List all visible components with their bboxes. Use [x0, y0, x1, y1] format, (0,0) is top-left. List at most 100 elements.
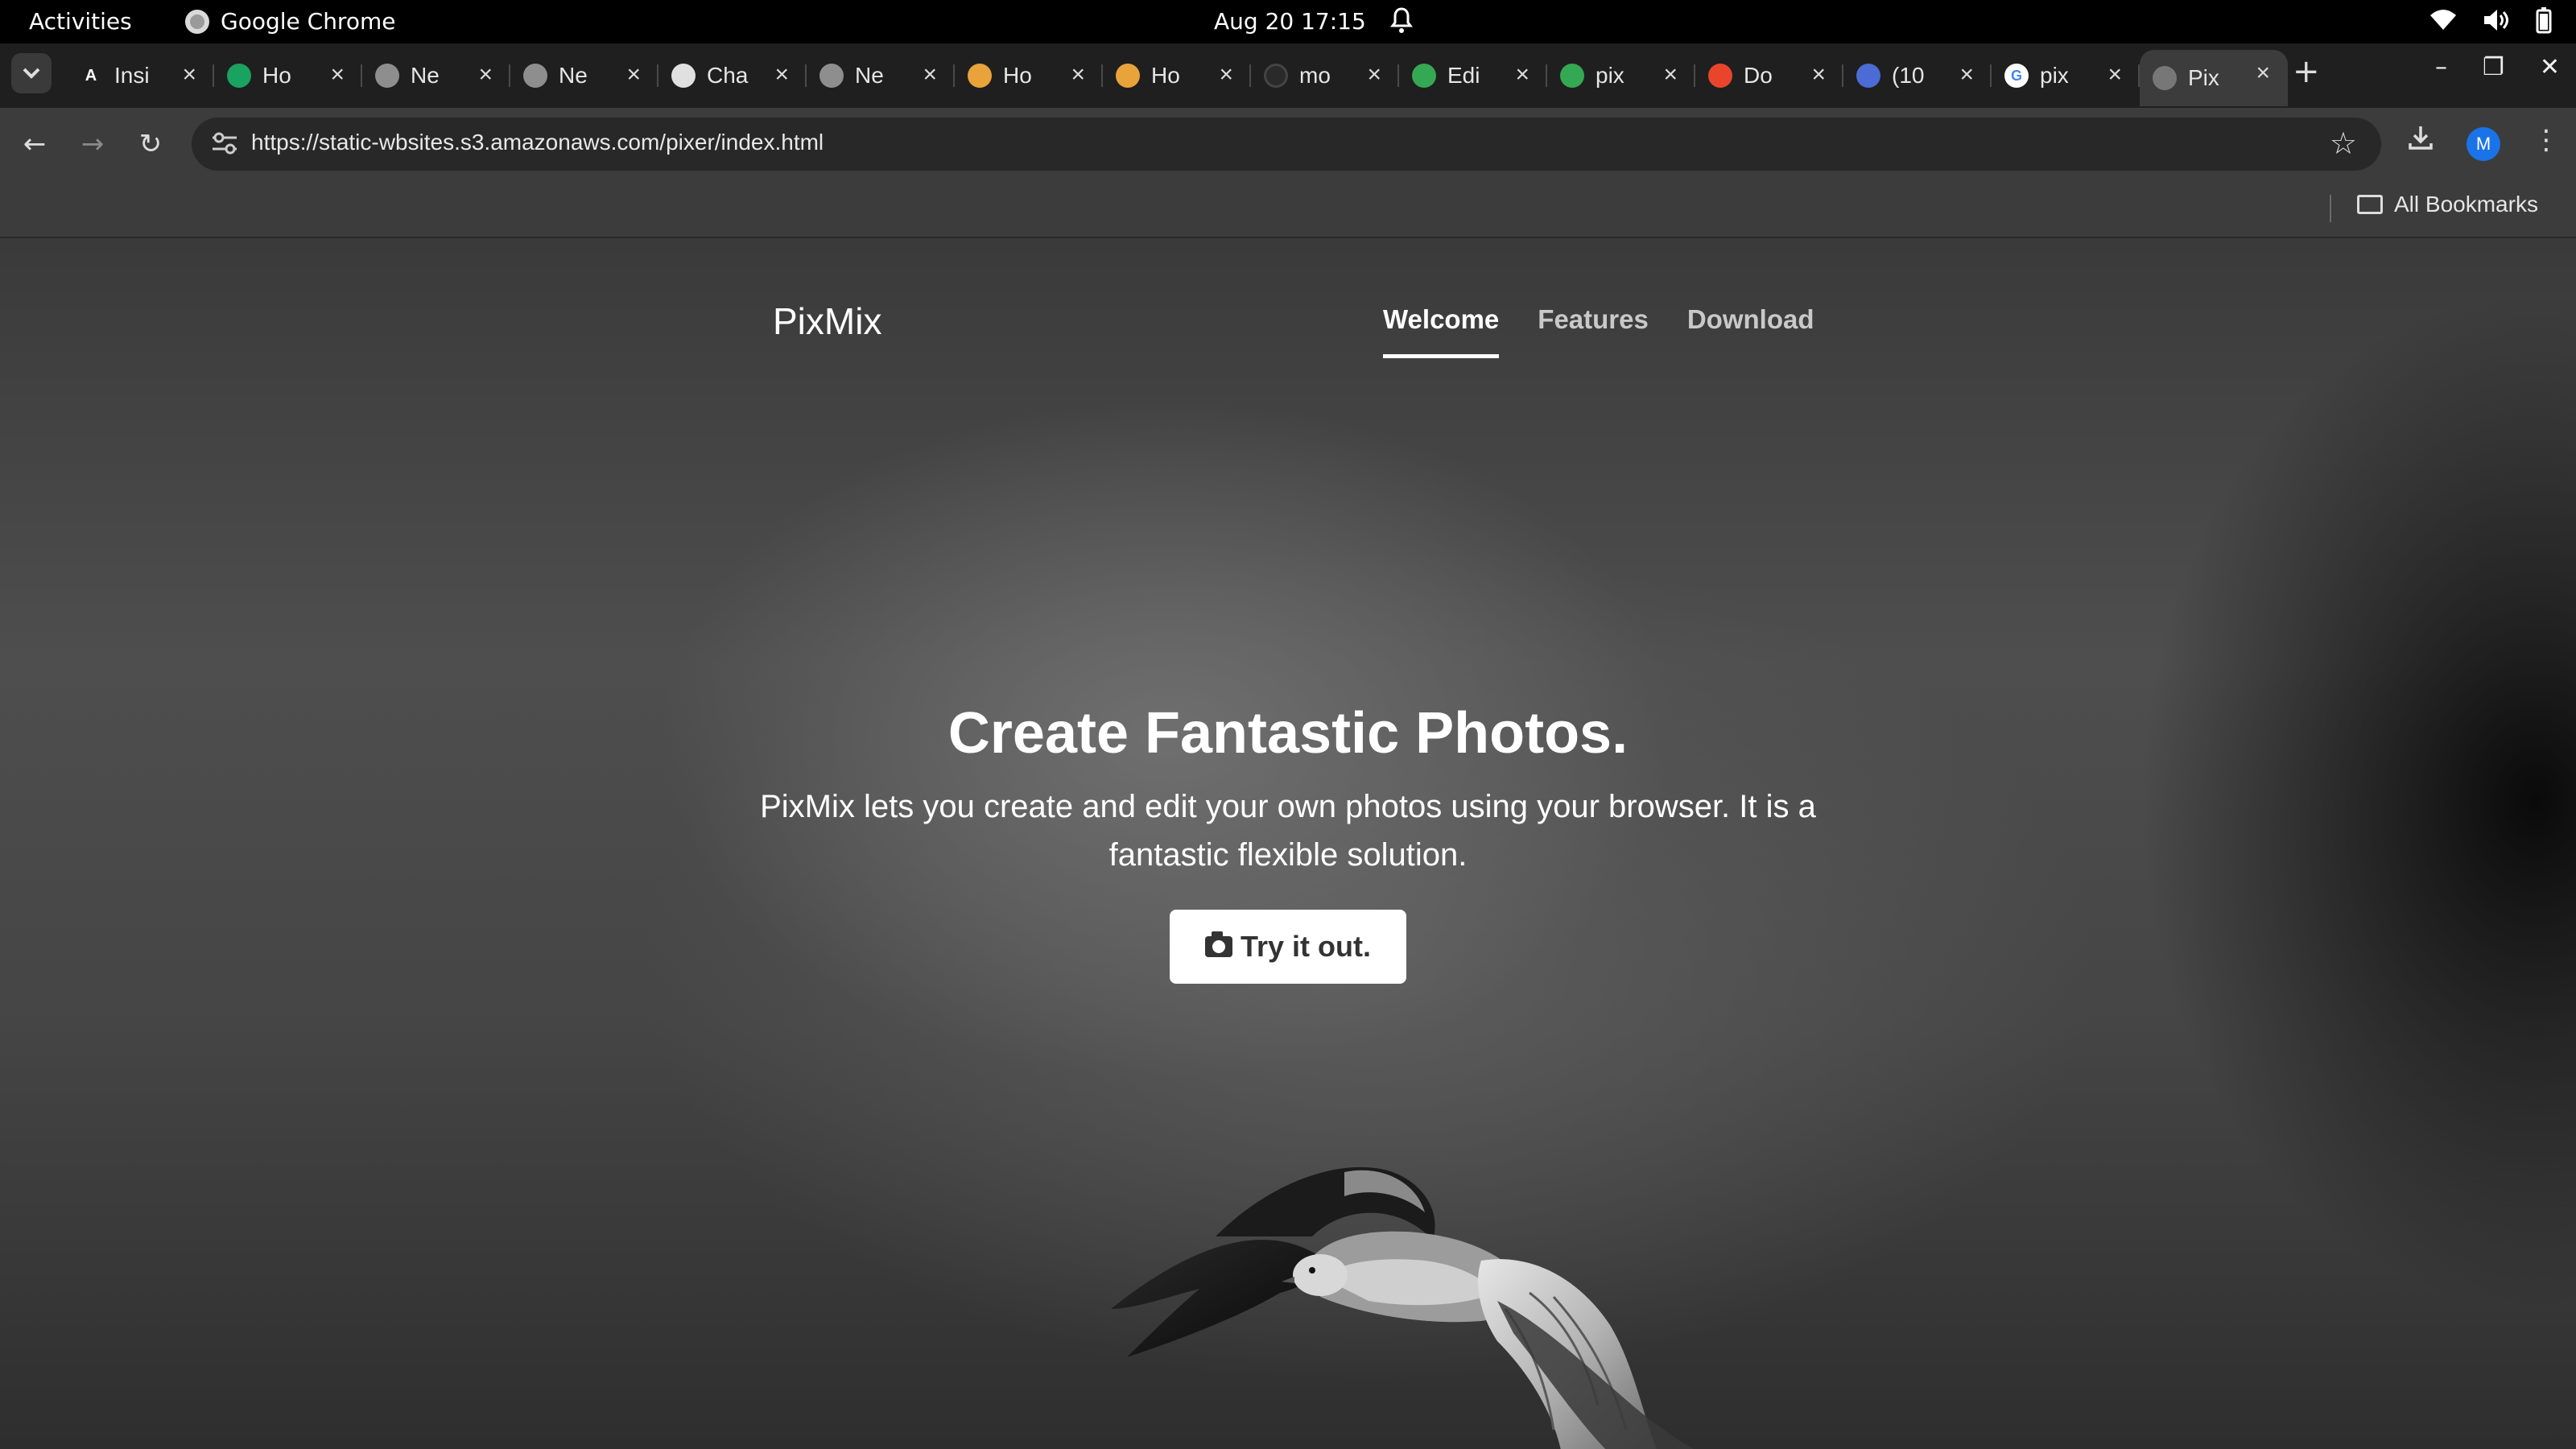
green-square-icon — [1560, 64, 1584, 88]
tab-search-button[interactable] — [11, 53, 52, 93]
tab-7[interactable]: Ho × — [1103, 52, 1251, 100]
site-brand[interactable]: PixMix — [773, 299, 881, 343]
close-tab-icon[interactable]: × — [1663, 61, 1678, 89]
tab-title: Ne — [411, 63, 440, 88]
circle-icon — [1264, 64, 1288, 88]
back-button[interactable]: ← — [16, 126, 53, 163]
chevron-down-icon — [23, 68, 40, 79]
box-icon — [968, 64, 992, 88]
new-tab-button[interactable]: + — [2293, 53, 2320, 90]
app-menu[interactable]: Google Chrome — [185, 8, 395, 35]
nav-download[interactable]: Download — [1687, 304, 1814, 358]
tab-title: Pix — [2188, 65, 2219, 90]
close-tab-icon[interactable]: × — [1515, 61, 1530, 89]
hero-description: PixMix lets you create and edit your own… — [760, 789, 1816, 873]
system-top-bar: Activities Google Chrome Aug 20 17:15 — [0, 0, 2576, 43]
app-name-label: Google Chrome — [221, 8, 396, 35]
forward-button[interactable]: → — [74, 126, 111, 163]
tab-5[interactable]: Ne × — [807, 52, 955, 100]
tab-title: Ho — [262, 63, 291, 88]
minimize-icon[interactable]: – — [2435, 53, 2447, 81]
nav-features[interactable]: Features — [1538, 304, 1649, 358]
google-icon: G — [2004, 64, 2029, 88]
red-chart-icon — [1708, 64, 1732, 88]
address-bar[interactable]: https://static-wbsites.s3.amazonaws.com/… — [192, 118, 2381, 171]
tab-title: Cha — [707, 63, 749, 88]
notification-bell-icon — [1389, 6, 1414, 41]
flask-icon — [1856, 64, 1880, 88]
nav-welcome[interactable]: Welcome — [1383, 304, 1500, 358]
tab-title: Ho — [1151, 63, 1180, 88]
close-tab-icon[interactable]: × — [1071, 61, 1085, 89]
bookmark-star-icon[interactable]: ☆ — [2330, 126, 2357, 161]
close-tab-icon[interactable]: × — [478, 61, 493, 89]
close-tab-icon[interactable]: × — [330, 61, 345, 89]
tab-1[interactable]: Ho × — [214, 52, 362, 100]
green-square-icon — [1412, 64, 1436, 88]
tab-8[interactable]: mo × — [1251, 52, 1399, 100]
all-bookmarks-label: All Bookmarks — [2394, 192, 2538, 217]
bookmarks-bar: All Bookmarks — [0, 180, 2576, 238]
tab-3[interactable]: Ne × — [510, 52, 658, 100]
site-settings-icon[interactable] — [209, 129, 242, 159]
chrome-icon — [523, 64, 547, 88]
tab-strip: A Insi × Ho × Ne × Ne × Cha × Ne × Ho × Ho × mo × Edi × pix × D… — [0, 43, 2576, 108]
tab-13[interactable]: Gpix × — [1992, 52, 2140, 100]
tab-0[interactable]: A Insi × — [66, 52, 214, 100]
tab-title: (10 — [1892, 63, 1925, 88]
download-icon[interactable] — [2407, 124, 2434, 159]
letter-a-icon: A — [79, 64, 103, 88]
tab-14[interactable]: Pix × — [2140, 50, 2288, 106]
close-tab-icon[interactable]: × — [626, 61, 641, 89]
profile-avatar[interactable]: M — [2467, 127, 2500, 161]
browser-toolbar: ← → ↻ https://static-wbsites.s3.amazonaw… — [0, 108, 2576, 180]
tab-12[interactable]: (10 × — [1843, 52, 1992, 100]
chrome-menu-icon[interactable]: ⋮ — [2533, 124, 2560, 156]
close-tab-icon[interactable]: × — [1219, 61, 1233, 89]
bookmarks-divider — [2330, 195, 2331, 222]
page-content: PixMix Welcome Features Download Create … — [0, 238, 2576, 1449]
tab-title: mo — [1299, 63, 1331, 88]
box-icon — [1116, 64, 1140, 88]
tab-2[interactable]: Ne × — [362, 52, 510, 100]
globe-icon — [2153, 66, 2177, 90]
site-nav: Welcome Features Download — [1383, 304, 1814, 358]
openai-icon — [671, 64, 696, 88]
close-tab-icon[interactable]: × — [2107, 61, 2122, 89]
close-tab-icon[interactable]: × — [182, 61, 196, 89]
tab-list: A Insi × Ho × Ne × Ne × Cha × Ne × Ho × Ho × mo × Edi × pix × D… — [66, 50, 2288, 108]
tab-title: Edi — [1447, 63, 1480, 88]
close-window-icon[interactable]: ✕ — [2540, 53, 2560, 81]
tab-title: pix — [1596, 63, 1624, 88]
close-tab-icon[interactable]: × — [1367, 61, 1381, 89]
close-tab-icon[interactable]: × — [774, 61, 789, 89]
volume-icon — [2484, 10, 2508, 31]
close-tab-icon[interactable]: × — [1811, 61, 1826, 89]
close-tab-icon[interactable]: × — [923, 61, 937, 89]
try-it-out-button[interactable]: Try it out. — [1170, 910, 1406, 984]
tab-title: Insi — [114, 63, 150, 88]
tab-title: Ne — [559, 63, 588, 88]
system-tray[interactable] — [2429, 6, 2552, 34]
url-text[interactable]: https://static-wbsites.s3.amazonaws.com/… — [251, 130, 824, 155]
tab-11[interactable]: Do × — [1695, 52, 1843, 100]
reload-button[interactable]: ↻ — [132, 126, 169, 163]
tab-9[interactable]: Edi × — [1399, 52, 1547, 100]
clock[interactable]: Aug 20 17:15 — [1214, 8, 1366, 35]
close-tab-icon[interactable]: × — [1959, 61, 1974, 89]
battery-icon — [2536, 7, 2552, 34]
close-tab-icon[interactable]: × — [2256, 60, 2270, 87]
tab-4[interactable]: Cha × — [658, 52, 807, 100]
hero-title: Create Fantastic Photos. — [947, 701, 1629, 766]
tab-title: pix — [2040, 63, 2069, 88]
chrome-icon — [185, 9, 209, 34]
restore-icon[interactable]: ❐ — [2483, 53, 2504, 81]
window-controls: – ❐ ✕ — [2435, 53, 2560, 81]
tab-6[interactable]: Ho × — [955, 52, 1103, 100]
tab-10[interactable]: pix × — [1547, 52, 1695, 100]
all-bookmarks-button[interactable]: All Bookmarks — [2357, 192, 2538, 217]
wifi-icon — [2430, 10, 2456, 30]
activities-button[interactable]: Activities — [29, 8, 132, 35]
green-spiral-icon — [227, 64, 251, 88]
tab-title: Ho — [1003, 63, 1032, 88]
